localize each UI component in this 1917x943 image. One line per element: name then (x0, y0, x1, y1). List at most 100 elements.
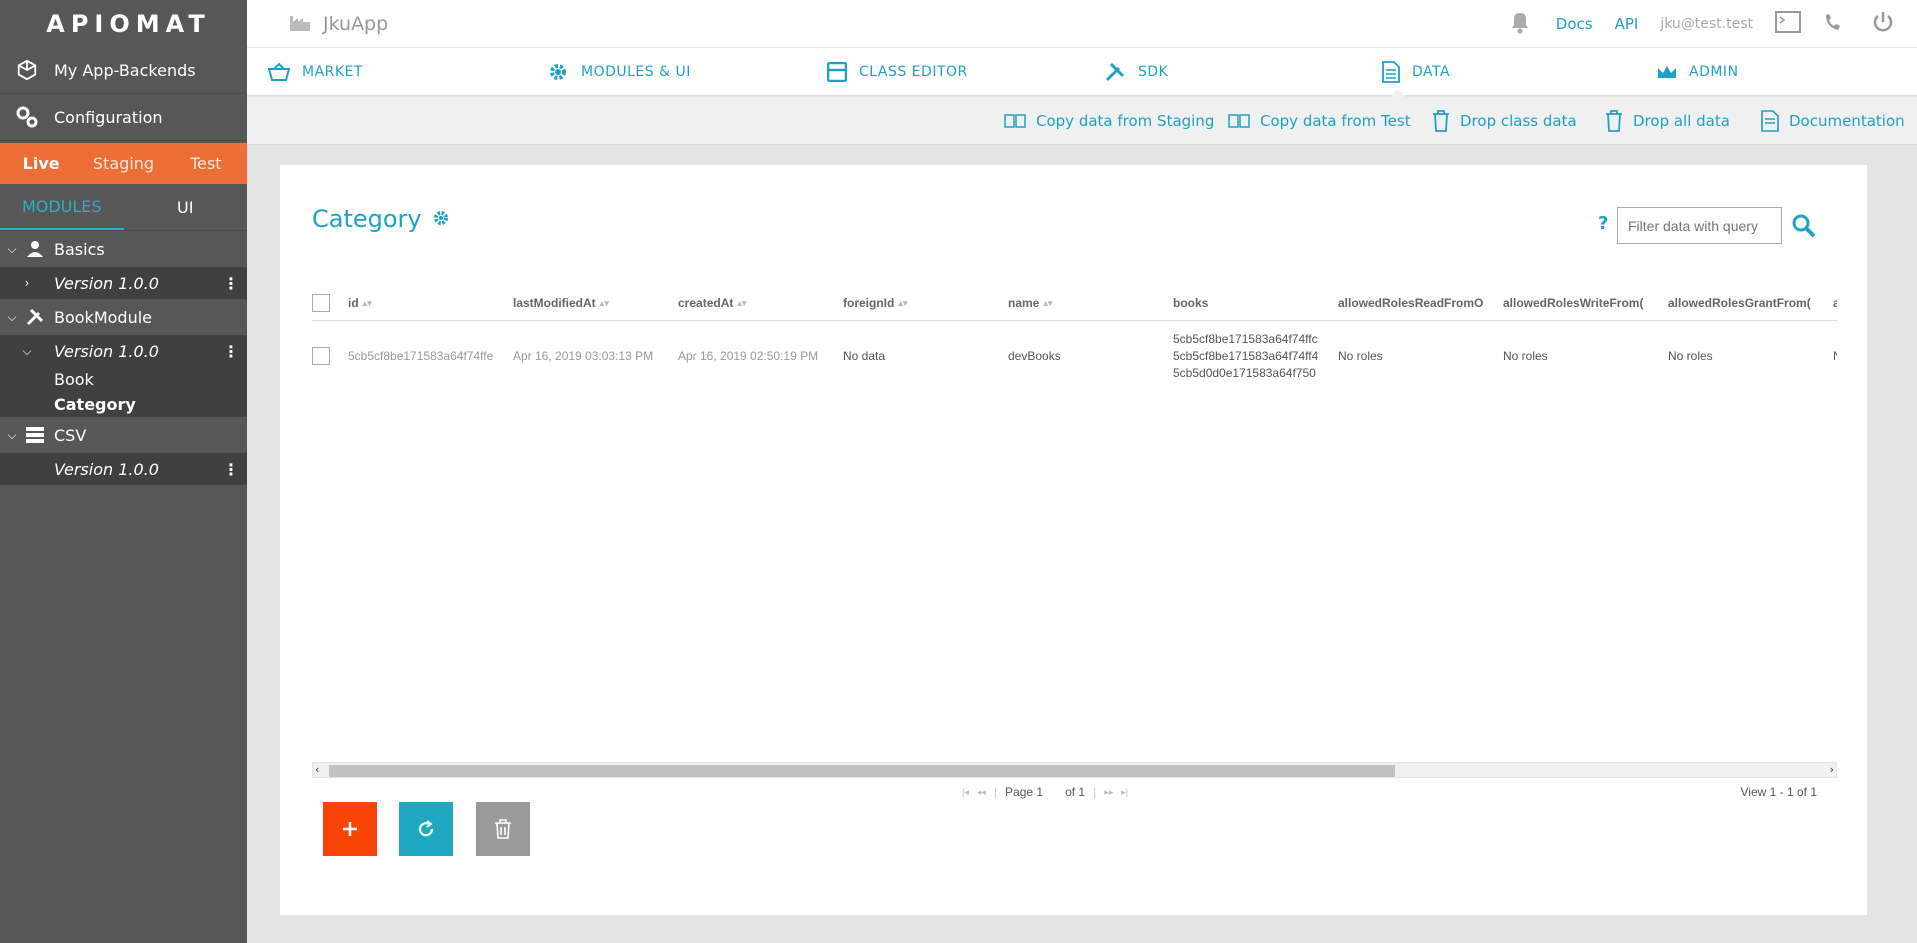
scroll-left-icon[interactable]: ‹ (315, 763, 319, 776)
nav-class-editor[interactable]: CLASS EDITOR (827, 48, 968, 96)
cell-lastmodifiedat[interactable]: Apr 16, 2019 03:03:13 PM (513, 323, 673, 389)
sort-icon: ▴▾ (898, 297, 908, 308)
column-header-foreignid[interactable]: foreignId ▴▾ (843, 285, 1003, 321)
module-basics[interactable]: ⌵ Basics (0, 231, 247, 267)
action-label: Drop class data (1460, 112, 1577, 130)
first-page-icon[interactable]: |◂ (962, 787, 969, 798)
grid-header: id ▴▾ lastModifiedAt ▴▾ createdAt ▴▾ foreig… (312, 285, 1837, 321)
sidebar-item-configuration[interactable]: Configuration (0, 94, 247, 141)
module-version[interactable]: › Version 1.0.0 ⋮ (0, 267, 247, 299)
document-icon (1761, 110, 1779, 132)
chevron-down-icon[interactable]: ⌵ (0, 344, 54, 359)
column-header-allowed-roles-read[interactable]: allowedRolesReadFromO (1338, 285, 1498, 321)
terminal-icon[interactable] (1775, 11, 1801, 37)
cell-books[interactable]: 5cb5cf8be171583a64f74ffc 5cb5cf8be171583… (1173, 323, 1325, 389)
env-live-tab[interactable]: Live (0, 143, 82, 184)
book-ref[interactable]: 5cb5cf8be171583a64f74ff4 (1173, 348, 1318, 365)
cell-name[interactable]: devBooks (1008, 323, 1168, 389)
more-options-icon[interactable]: ⋮ (223, 274, 239, 293)
drop-all-data-button[interactable]: Drop all data (1605, 97, 1730, 145)
module-csv[interactable]: ⌵ CSV (0, 417, 247, 453)
book-ref[interactable]: 5cb5d0d0e171583a64f750 (1173, 365, 1316, 382)
copy-from-staging-button[interactable]: Copy data from Staging (1004, 97, 1214, 145)
user-email[interactable]: jku@test.test (1660, 16, 1753, 32)
table-row[interactable]: 5cb5cf8be171583a64f74ffe Apr 16, 2019 03… (312, 323, 1837, 389)
last-page-icon[interactable]: ▸| (1121, 787, 1128, 798)
basket-icon (268, 63, 290, 81)
prev-page-icon[interactable]: ◂◂ (977, 787, 986, 798)
module-name: Basics (54, 239, 105, 259)
column-header-books[interactable]: books (1173, 285, 1333, 321)
docs-link[interactable]: Docs (1556, 15, 1593, 33)
column-header-lastmodifiedat[interactable]: lastModifiedAt ▴▾ (513, 285, 673, 321)
cell-more[interactable]: N (1833, 323, 1837, 389)
drop-class-data-button[interactable]: Drop class data (1432, 97, 1577, 145)
apiomat-logo[interactable]: APIOMAT (0, 0, 247, 47)
select-all-checkbox[interactable] (312, 285, 338, 321)
next-page-icon[interactable]: ▸▸ (1104, 787, 1113, 798)
sort-icon: ▴▾ (362, 297, 372, 308)
cell-allowed-roles-write[interactable]: No roles (1503, 323, 1663, 389)
support-phone-icon[interactable] (1823, 11, 1849, 37)
help-icon[interactable]: ? (1598, 213, 1608, 234)
gears-icon (14, 104, 40, 130)
cell-foreignid[interactable]: No data (843, 323, 1003, 389)
api-link[interactable]: API (1615, 15, 1639, 33)
column-header-more[interactable]: a (1833, 285, 1837, 321)
more-options-icon[interactable]: ⋮ (223, 460, 239, 479)
nav-data[interactable]: DATA (1382, 48, 1450, 97)
chevron-down-icon[interactable]: ⌵ (0, 428, 24, 443)
sidebar-item-my-app-backends[interactable]: My App-Backends (0, 47, 247, 94)
scroll-thumb[interactable] (329, 765, 1395, 777)
tab-modules[interactable]: MODULES (0, 184, 124, 230)
app-name[interactable]: JkuApp (323, 13, 388, 35)
nav-sdk[interactable]: SDK (1104, 48, 1168, 96)
refresh-button[interactable] (399, 802, 453, 856)
column-header-allowed-roles-grant[interactable]: allowedRolesGrantFrom( (1668, 285, 1828, 321)
column-header-name[interactable]: name ▴▾ (1008, 285, 1168, 321)
class-category[interactable]: Category (0, 392, 247, 417)
search-icon[interactable] (1791, 213, 1817, 243)
power-icon[interactable] (1871, 10, 1895, 38)
page-number[interactable]: Page 1 (1005, 785, 1043, 799)
copy-from-test-button[interactable]: Copy data from Test (1228, 97, 1411, 145)
cell-createdat[interactable]: Apr 16, 2019 02:50:19 PM (678, 323, 838, 389)
chevron-down-icon[interactable]: ⌵ (0, 310, 24, 325)
row-checkbox[interactable] (312, 323, 338, 389)
sort-icon: ▴▾ (599, 297, 609, 308)
version-label: Version 1.0.0 (54, 273, 159, 293)
chevron-down-icon[interactable]: ⌵ (0, 242, 24, 257)
chevron-right-icon[interactable]: › (0, 276, 54, 290)
module-version[interactable]: ⌵ Version 1.0.0 ⋮ (0, 335, 247, 367)
cube-icon (14, 57, 40, 83)
horizontal-scrollbar[interactable]: ‹ › (312, 762, 1837, 778)
tab-ui[interactable]: UI (124, 184, 248, 230)
cell-id[interactable]: 5cb5cf8be171583a64f74ffe (348, 323, 498, 389)
env-test-tab[interactable]: Test (165, 143, 247, 184)
scroll-right-icon[interactable]: › (1830, 763, 1834, 776)
bell-icon[interactable] (1506, 9, 1534, 39)
module-version[interactable]: Version 1.0.0 ⋮ (0, 453, 247, 485)
column-header-createdat[interactable]: createdAt ▴▾ (678, 285, 838, 321)
env-staging-tab[interactable]: Staging (82, 143, 164, 184)
class-title: Category (312, 205, 422, 233)
nav-market[interactable]: MARKET (268, 48, 363, 96)
pager: |◂ ◂◂ | Page 1 of 1 | ▸▸ ▸| View 1 - 1 o… (962, 785, 1817, 799)
documentation-button[interactable]: Documentation (1761, 97, 1905, 145)
column-header-allowed-roles-write[interactable]: allowedRolesWriteFrom( (1503, 285, 1663, 321)
action-label: Documentation (1789, 112, 1905, 130)
column-header-id[interactable]: id ▴▾ (348, 285, 508, 321)
more-options-icon[interactable]: ⋮ (223, 342, 239, 361)
module-bookmodule[interactable]: ⌵ BookModule (0, 299, 247, 335)
cell-allowed-roles-grant[interactable]: No roles (1668, 323, 1828, 389)
nav-admin[interactable]: ADMIN (1657, 48, 1739, 96)
gear-icon[interactable] (432, 205, 450, 233)
add-button[interactable] (323, 802, 377, 856)
tools-icon (1105, 62, 1125, 82)
nav-modules-ui[interactable]: MODULES & UI (547, 48, 691, 96)
cell-allowed-roles-read[interactable]: No roles (1338, 323, 1498, 389)
filter-query-input[interactable] (1617, 207, 1782, 244)
class-book[interactable]: Book (0, 367, 247, 392)
book-ref[interactable]: 5cb5cf8be171583a64f74ffc (1173, 331, 1318, 348)
delete-button[interactable] (476, 802, 530, 856)
